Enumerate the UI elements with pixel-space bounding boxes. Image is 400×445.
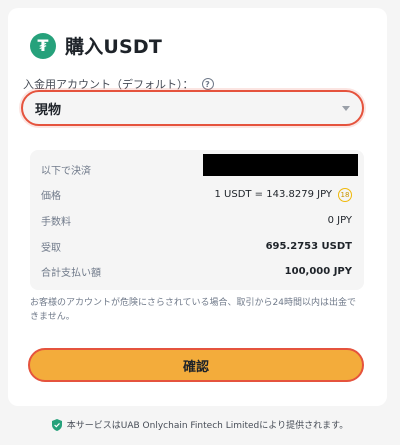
question-circle-icon[interactable]: ?: [201, 78, 214, 90]
confirm-button[interactable]: 確認: [28, 348, 364, 382]
redacted-payment-method: [203, 154, 358, 176]
pay-label: 以下で決済: [41, 166, 91, 177]
countdown-timer: 18: [338, 187, 352, 202]
total-value: 100,000 JPY: [284, 266, 352, 277]
shield-check-icon: [51, 418, 62, 431]
fee-value: 0 JPY: [327, 215, 352, 226]
summary-row-price: 価格 1 USDT = 143.8279 JPY 18: [41, 187, 352, 202]
account-select[interactable]: 現物: [21, 90, 364, 126]
price-value-wrap: 1 USDT = 143.8279 JPY 18: [214, 187, 352, 202]
withdrawal-notice: お客様のアカウントが危険にさらされている場合、取引から24時間以内は出金できませ…: [30, 298, 357, 322]
fee-label: 手数料: [41, 217, 71, 228]
order-summary: 以下で決済 価格 1 USDT = 143.8279 JPY 18 手数料 0 …: [30, 150, 364, 290]
price-label: 価格: [41, 191, 61, 202]
summary-row-total: 合計支払い額 100,000 JPY: [41, 264, 352, 279]
account-select-value: 現物: [35, 102, 62, 118]
footer-text: 本サービスはUAB Onlychain Fintech Limitedにより提供…: [66, 421, 349, 431]
title-row: ₮ 購入USDT: [30, 32, 162, 59]
summary-row-fee: 手数料 0 JPY: [41, 213, 352, 228]
summary-row-receive: 受取 695.2753 USDT: [41, 239, 352, 254]
footer: 本サービスはUAB Onlychain Fintech Limitedにより提供…: [0, 418, 400, 431]
receive-label: 受取: [41, 243, 61, 254]
tether-icon: ₮: [30, 32, 56, 59]
price-value: 1 USDT = 143.8279 JPY: [214, 189, 332, 200]
total-label: 合計支払い額: [41, 268, 101, 279]
page-title: 購入USDT: [65, 36, 163, 58]
chevron-down-icon: [342, 105, 350, 111]
receive-value: 695.2753 USDT: [265, 241, 352, 252]
